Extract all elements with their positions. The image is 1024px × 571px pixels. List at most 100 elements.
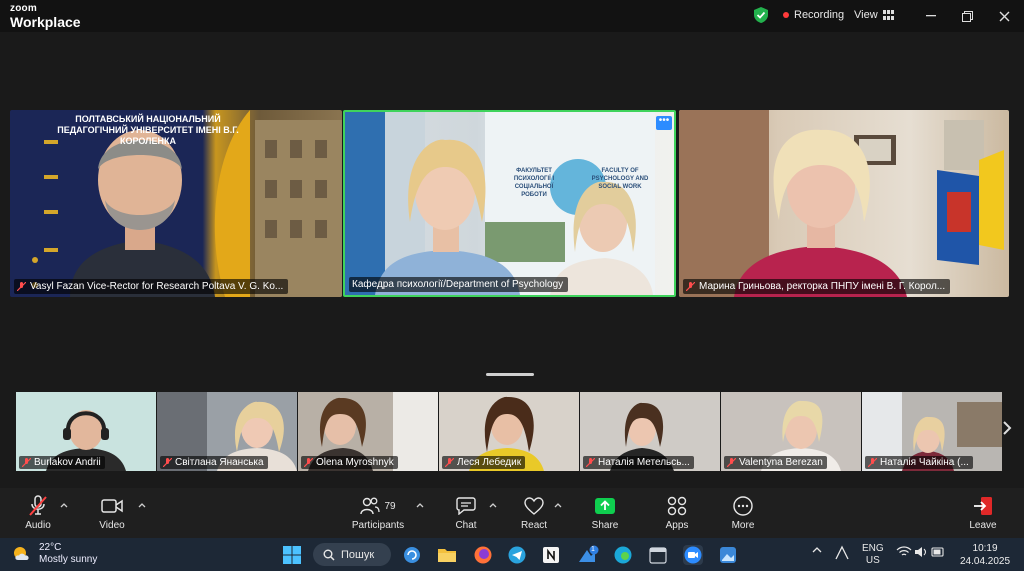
search-label: Пошук [341, 548, 375, 561]
tile-more-options-button[interactable]: ••• [656, 116, 672, 130]
gallery-tile-1[interactable]: Burlakov Andrii [16, 392, 156, 471]
clock-date: 24.04.2025 [960, 556, 1011, 567]
video-label: Video [99, 520, 125, 531]
participant-name-label: Марина Гриньова, ректорка ПНПУ імені В. … [683, 279, 951, 294]
weather-temp: 22°C [39, 542, 62, 553]
calendar-button[interactable] [648, 545, 668, 565]
recording-dot-icon [783, 12, 789, 18]
quick-settings-button[interactable] [896, 545, 946, 562]
file-explorer-button[interactable] [437, 545, 457, 565]
participants-options-caret[interactable] [416, 500, 424, 510]
participants-icon [360, 497, 381, 515]
chevron-up-icon [812, 547, 822, 553]
apps-button[interactable]: Apps [642, 494, 712, 531]
layout-resize-handle[interactable] [486, 373, 534, 376]
more-label: More [731, 520, 755, 531]
firefox-button[interactable] [473, 545, 493, 565]
share-screen-icon [595, 498, 615, 514]
video-options-caret[interactable] [138, 500, 146, 510]
chat-label: Chat [455, 520, 477, 531]
chevron-up-icon [416, 503, 424, 508]
participant-name-label: Vasyl Fazan Vice-Rector for Research Pol… [14, 279, 289, 294]
input-language-indicator[interactable]: ENG US [862, 543, 884, 567]
gallery-tile-5[interactable]: Наталія Метельсь... [580, 392, 720, 471]
maximize-button[interactable] [957, 6, 977, 26]
grid-view-icon [882, 9, 894, 20]
gallery-next-button[interactable] [1002, 420, 1012, 441]
chevron-up-icon [138, 503, 146, 508]
participants-label: Participants [351, 520, 405, 531]
view-label: View [854, 9, 878, 21]
muted-mic-icon [586, 458, 595, 467]
muted-mic-icon [686, 282, 695, 291]
share-button[interactable]: Share [570, 494, 640, 531]
participant-name-label: Наталія Метельсь... [583, 456, 694, 469]
chat-bubble-icon [456, 497, 476, 515]
video-button[interactable]: Video [77, 494, 147, 531]
react-options-caret[interactable] [554, 500, 562, 510]
partly-sunny-icon [14, 547, 29, 560]
zoom-app-icon [684, 546, 702, 564]
windows-taskbar: 22°C Mostly sunny Пошук 1 ENG US 10:19 2… [0, 538, 1024, 571]
wifi-volume-battery-icon [896, 546, 944, 557]
more-button[interactable]: More [708, 494, 778, 531]
gallery-tile-6[interactable]: Valentyna Berezan [721, 392, 861, 471]
participant-name: Valentyna Berezan [739, 457, 823, 468]
apps-icon [667, 496, 687, 516]
notion-button[interactable] [541, 545, 561, 565]
muted-mic-icon [22, 458, 31, 467]
show-hidden-icons-button[interactable] [812, 545, 822, 556]
refresh-app-icon [404, 547, 420, 563]
audio-options-caret[interactable] [60, 500, 68, 510]
minimize-button[interactable] [921, 6, 941, 26]
video-tile-department-psychology[interactable]: ФАКУЛЬТЕТ ПСИХОЛОГІЇ І СОЦІАЛЬНОЇ РОБОТИ… [343, 110, 676, 297]
network-app-icon [835, 545, 849, 560]
participant-name: Burlakov Andrii [34, 457, 101, 468]
heart-icon [524, 497, 544, 515]
taskbar-app-blue-button[interactable]: 1 [577, 545, 599, 565]
restore-icon [961, 10, 973, 22]
gallery-tile-4[interactable]: Леся Лебедик [439, 392, 579, 471]
recording-indicator[interactable]: Recording [783, 9, 844, 21]
windows-logo-icon [283, 546, 301, 564]
ellipsis-icon: ••• [658, 115, 670, 126]
video-tile-maryna-hrynova[interactable]: Марина Гриньова, ректорка ПНПУ імені В. … [679, 110, 1009, 297]
weather-widget[interactable]: 22°C Mostly sunny [12, 542, 97, 566]
language-code: ENG [862, 543, 884, 554]
taskbar-search[interactable]: Пошук [313, 543, 391, 566]
gallery-tile-2[interactable]: Світлана Янанська [157, 392, 297, 471]
leave-label: Leave [969, 520, 997, 531]
chat-options-caret[interactable] [489, 500, 497, 510]
task-view-button[interactable] [402, 545, 422, 565]
leave-button[interactable]: Leave [948, 494, 1018, 531]
weather-desc: Mostly sunny [39, 554, 98, 565]
start-button[interactable] [282, 545, 302, 565]
participant-name: Світлана Янанська [175, 457, 264, 468]
chevron-right-icon [1003, 421, 1012, 435]
close-button[interactable] [994, 6, 1014, 26]
muted-mic-icon [445, 458, 454, 467]
faculty-poster-left: ФАКУЛЬТЕТ ПСИХОЛОГІЇ І СОЦІАЛЬНОЇ РОБОТИ [513, 168, 555, 198]
calendar-icon [649, 547, 667, 564]
view-button[interactable]: View [854, 9, 894, 21]
participant-name: Vasyl Fazan Vice-Rector for Research Pol… [30, 281, 284, 292]
edge-button[interactable] [613, 545, 633, 565]
gallery-tile-7[interactable]: Наталія Чайкіна (... [862, 392, 1002, 471]
gallery-tile-3[interactable]: Olena Myroshnyk [298, 392, 438, 471]
tray-app-button[interactable] [834, 545, 850, 564]
system-clock[interactable]: 10:19 24.04.2025 [960, 542, 1010, 568]
brand-zoom: zoom [10, 3, 37, 14]
participant-name: Olena Myroshnyk [316, 457, 394, 468]
photos-button[interactable] [718, 545, 738, 565]
video-tile-vasyl-fazan[interactable]: ПОЛТАВСЬКИЙ НАЦІОНАЛЬНИЙ ПЕДАГОГІЧНИЙ УН… [10, 110, 342, 297]
telegram-icon [508, 546, 526, 564]
search-icon [323, 549, 335, 561]
participants-button[interactable]: 79 Participants [343, 494, 413, 531]
participant-name: Кафедра психології/Department of Psychol… [352, 279, 564, 290]
leave-exit-icon [974, 497, 992, 515]
telegram-button[interactable] [507, 545, 527, 565]
chevron-up-icon [554, 503, 562, 508]
minimize-icon [926, 15, 936, 17]
zoom-taskbar-button[interactable] [683, 545, 703, 565]
security-shield-icon[interactable] [754, 7, 768, 23]
